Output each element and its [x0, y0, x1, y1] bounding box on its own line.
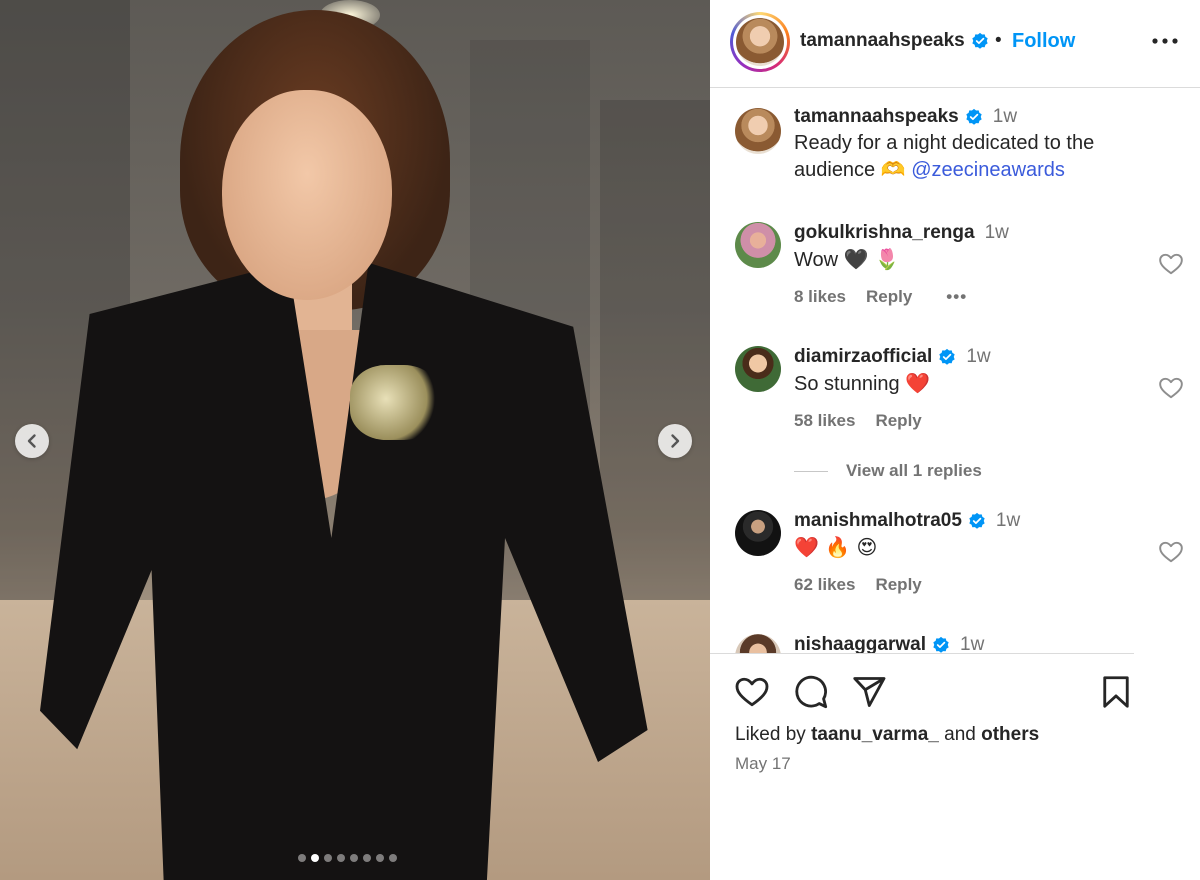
- carousel-dot: [376, 854, 384, 862]
- commenter-username[interactable]: diamirzaofficial: [794, 346, 932, 368]
- comment-icon: [795, 675, 828, 709]
- comment-text: Wow 🖤 🌷: [794, 246, 1154, 273]
- verified-badge-icon: [966, 108, 982, 125]
- commenter-avatar[interactable]: [735, 510, 781, 556]
- background-building: [600, 100, 710, 600]
- author-avatar[interactable]: [736, 18, 784, 66]
- save-button[interactable]: [1096, 672, 1136, 712]
- comment-likes-count[interactable]: 62 likes: [794, 575, 855, 595]
- comment-time[interactable]: 1w: [966, 346, 990, 368]
- liked-by-others-link[interactable]: others: [981, 724, 1039, 745]
- reply-button[interactable]: Reply: [866, 287, 912, 307]
- brooch: [350, 365, 440, 440]
- verified-badge-icon: [939, 348, 955, 365]
- chevron-right-icon: [671, 434, 680, 448]
- post-side-panel: tamannaahspeaks • Follow tamannaahspeaks: [710, 0, 1200, 880]
- post-header: tamannaahspeaks • Follow: [710, 0, 1200, 88]
- comment-heart-icon[interactable]: [1158, 251, 1184, 277]
- author-username[interactable]: tamannaahspeaks: [800, 30, 989, 52]
- view-replies-label[interactable]: View all 1 replies: [846, 461, 982, 481]
- comment-time[interactable]: 1w: [960, 634, 984, 653]
- comment-button[interactable]: [791, 672, 831, 712]
- more-horizontal-icon: [1152, 38, 1178, 44]
- carousel-dot: [350, 854, 358, 862]
- next-slide-button[interactable]: [658, 424, 692, 458]
- carousel-dot: [324, 854, 332, 862]
- verified-badge-icon: [933, 636, 949, 653]
- header-separator: •: [995, 30, 1002, 51]
- chevron-left-icon: [27, 434, 36, 448]
- verified-badge-icon: [972, 32, 988, 49]
- share-button[interactable]: [849, 672, 889, 712]
- post-date[interactable]: May 17: [735, 754, 791, 774]
- caption-author-avatar[interactable]: [735, 108, 781, 154]
- heart-icon: [735, 677, 769, 707]
- author-username-text[interactable]: tamannaahspeaks: [800, 30, 965, 52]
- comment-heart-icon[interactable]: [1158, 375, 1184, 401]
- share-icon: [853, 677, 886, 707]
- comment-emoji: ❤️ 🔥 😍: [794, 535, 878, 559]
- post-media[interactable]: [0, 0, 710, 880]
- previous-slide-button[interactable]: [15, 424, 49, 458]
- carousel-dot: [311, 854, 319, 862]
- comments-list[interactable]: tamannaahspeaks 1w Ready for a night ded…: [710, 88, 1200, 653]
- comment-likes-count[interactable]: 8 likes: [794, 287, 846, 307]
- like-button[interactable]: [732, 672, 772, 712]
- comment-time[interactable]: 1w: [996, 510, 1020, 532]
- view-replies-button[interactable]: View all 1 replies: [794, 461, 982, 481]
- heart-hands-emoji: 🫶: [880, 157, 906, 181]
- commenter-username[interactable]: manishmalhotra05: [794, 510, 962, 532]
- comment-heart-icon[interactable]: [1158, 539, 1184, 565]
- carousel-dot: [298, 854, 306, 862]
- liked-by-user-link[interactable]: taanu_varma_: [811, 724, 939, 745]
- actions-divider: [710, 653, 1134, 654]
- caption-time[interactable]: 1w: [993, 106, 1017, 128]
- caption-mention-link[interactable]: @zeecineawards: [911, 159, 1065, 181]
- commenter-avatar[interactable]: [735, 346, 781, 392]
- post-actions-bar: [730, 672, 1190, 712]
- carousel-indicator: [298, 854, 397, 862]
- caption-text: Ready for a night dedicated to the audie…: [794, 130, 1154, 183]
- more-options-button[interactable]: [1150, 26, 1180, 56]
- liked-by-and: and: [944, 724, 976, 745]
- comment-time[interactable]: 1w: [985, 222, 1009, 244]
- replies-line: [794, 470, 828, 472]
- commenter-username[interactable]: gokulkrishna_renga: [794, 222, 975, 244]
- reply-button[interactable]: Reply: [875, 575, 921, 595]
- comment-emoji: ❤️: [905, 371, 931, 395]
- follow-button[interactable]: Follow: [1012, 30, 1075, 53]
- comment-body: Wow: [794, 249, 839, 271]
- comment-body: So stunning: [794, 373, 900, 395]
- liked-by-summary: Liked by taanu_varma_ and others: [735, 724, 1039, 746]
- comment-likes-count[interactable]: 58 likes: [794, 411, 855, 431]
- commenter-avatar[interactable]: [735, 222, 781, 268]
- bookmark-icon: [1103, 676, 1129, 708]
- carousel-dot: [363, 854, 371, 862]
- carousel-dot: [337, 854, 345, 862]
- comment-text: So stunning ❤️: [794, 370, 1154, 397]
- author-story-ring[interactable]: [730, 12, 790, 72]
- commenter-username[interactable]: nishaaggarwal: [794, 634, 926, 653]
- liked-by-prefix: Liked by: [735, 724, 806, 745]
- caption-author-username[interactable]: tamannaahspeaks: [794, 106, 959, 128]
- comment-options-button[interactable]: •••: [946, 287, 967, 307]
- comment-emoji: 🖤 🌷: [843, 247, 900, 271]
- commenter-avatar[interactable]: [735, 634, 781, 653]
- comment-text: ❤️ 🔥 😍: [794, 534, 1154, 561]
- carousel-dot: [389, 854, 397, 862]
- verified-badge-icon: [969, 512, 985, 529]
- figure-face: [222, 90, 392, 300]
- reply-button[interactable]: Reply: [875, 411, 921, 431]
